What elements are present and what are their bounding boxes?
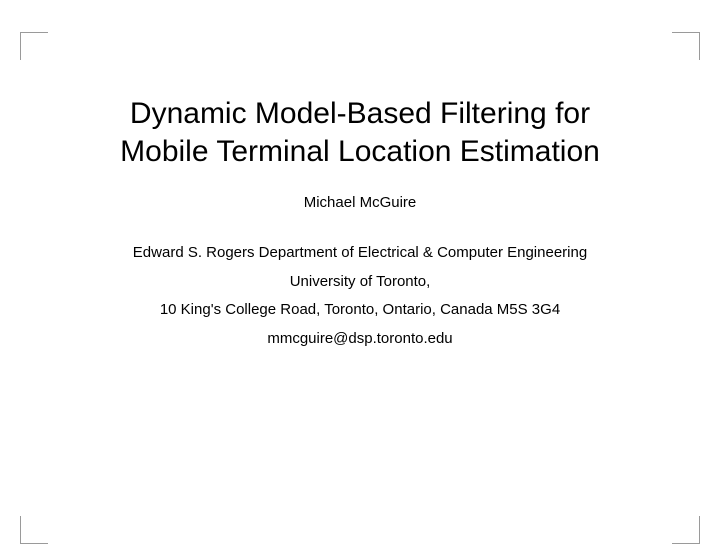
corner-bottom-right (672, 516, 700, 544)
email: mmcguire@dsp.toronto.edu (40, 325, 680, 354)
affiliation-block: Edward S. Rogers Department of Electrica… (40, 239, 680, 353)
address: 10 King's College Road, Toronto, Ontario… (40, 296, 680, 325)
corner-top-left (20, 32, 48, 60)
title-line-2: Mobile Terminal Location Estimation (120, 135, 600, 168)
author-name: Michael McGuire (40, 194, 680, 211)
slide-title: Dynamic Model-Based Filtering for Mobile… (40, 95, 680, 170)
corner-bottom-left (20, 516, 48, 544)
slide-content: Dynamic Model-Based Filtering for Mobile… (0, 95, 720, 353)
corner-top-right (672, 32, 700, 60)
university: University of Toronto, (40, 268, 680, 297)
title-line-1: Dynamic Model-Based Filtering for (130, 97, 590, 130)
department: Edward S. Rogers Department of Electrica… (40, 239, 680, 268)
